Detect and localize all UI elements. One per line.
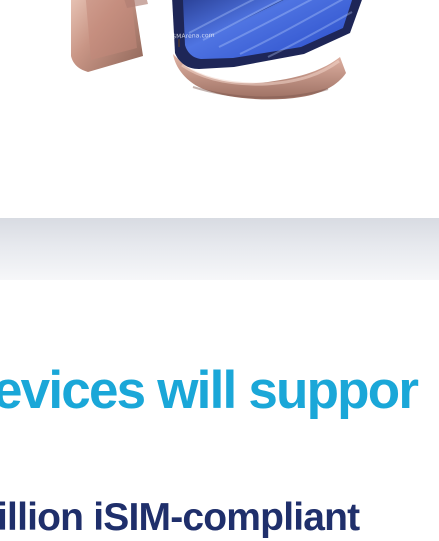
article-subheadline: illion iSIM-compliant [0,496,360,539]
foldable-phone-image: www.GSMArena.com [63,0,368,128]
hero-image-section: www.GSMArena.com [0,0,439,218]
article-content: evices will suppor illion iSIM-compliant [0,280,439,541]
page: www.GSMArena.com evices will suppor illi… [0,0,439,541]
foldable-phone-icon [71,0,362,100]
article-headline: evices will suppor [0,361,419,420]
section-divider-band [0,218,439,280]
